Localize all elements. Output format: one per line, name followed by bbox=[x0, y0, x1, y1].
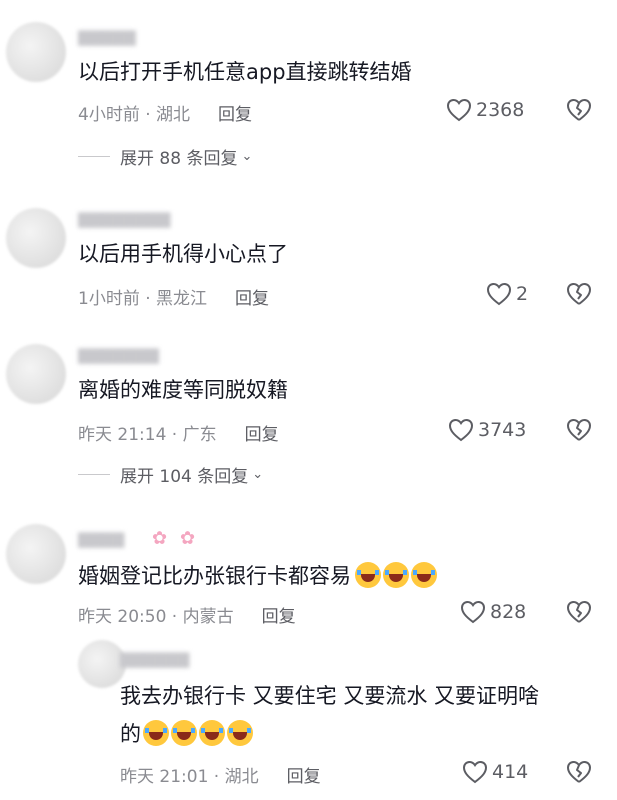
comment-time-location: 昨天 20:50 · 内蒙古 bbox=[78, 607, 234, 627]
comment-text: 我去办银行卡 又要住宅 又要流水 又要证明啥 bbox=[120, 680, 539, 713]
chevron-down-icon: ⌄ bbox=[252, 467, 264, 482]
expand-replies-label: 展开 88 条回复 bbox=[120, 149, 238, 169]
laughing-crying-emoji-icon bbox=[411, 562, 437, 588]
username-blurred[interactable]: ▇▇▇▇▇▇▇▇ bbox=[78, 210, 253, 228]
avatar[interactable] bbox=[6, 524, 66, 584]
reply-button[interactable]: 回复 bbox=[235, 284, 269, 309]
comment-text: 以后打开手机任意app直接跳转结婚 bbox=[78, 60, 412, 84]
comment-text-continued: 的 bbox=[120, 718, 253, 751]
heart-icon bbox=[462, 760, 488, 784]
dislike-button[interactable] bbox=[566, 600, 592, 624]
like-count: 2 bbox=[516, 283, 529, 305]
flower-icon: ✿ bbox=[152, 528, 168, 549]
comment-time-location: 昨天 21:01 · 湖北 bbox=[120, 767, 259, 787]
heart-icon bbox=[460, 600, 486, 624]
username-blurred[interactable]: ▇▇▇▇ bbox=[78, 530, 148, 548]
like-count: 414 bbox=[492, 761, 529, 783]
heart-icon bbox=[486, 282, 512, 306]
expand-replies-label: 展开 104 条回复 bbox=[120, 467, 249, 487]
comment-meta: 昨天 20:50 · 内蒙古 回复 bbox=[78, 602, 296, 627]
like-button[interactable]: 2 bbox=[486, 282, 528, 306]
username-blurred[interactable]: ▇▇▇▇▇ bbox=[78, 28, 188, 46]
comment-text: 离婚的难度等同脱奴籍 bbox=[78, 378, 288, 402]
reply-button[interactable]: 回复 bbox=[218, 100, 252, 125]
avatar[interactable] bbox=[6, 22, 66, 82]
broken-heart-icon bbox=[567, 283, 591, 305]
avatar[interactable] bbox=[78, 640, 126, 688]
chevron-down-icon: ⌄ bbox=[241, 149, 253, 164]
comment-time-location: 4小时前 · 湖北 bbox=[78, 105, 191, 125]
broken-heart-icon bbox=[567, 419, 591, 441]
divider-line bbox=[78, 156, 110, 157]
comment-text: 婚姻登记比办张银行卡都容易 bbox=[78, 560, 437, 593]
reply-button[interactable]: 回复 bbox=[245, 420, 279, 445]
like-count: 2368 bbox=[476, 99, 525, 121]
like-button[interactable]: 2368 bbox=[446, 98, 524, 122]
dislike-button[interactable] bbox=[566, 98, 592, 122]
laughing-crying-emoji-icon bbox=[143, 720, 169, 746]
avatar[interactable] bbox=[6, 208, 66, 268]
like-button[interactable]: 414 bbox=[462, 760, 528, 784]
like-count: 3743 bbox=[478, 419, 527, 441]
divider-line bbox=[78, 474, 110, 475]
dislike-button[interactable] bbox=[566, 282, 592, 306]
reply-button[interactable]: 回复 bbox=[262, 602, 296, 627]
broken-heart-icon bbox=[567, 601, 591, 623]
reply-button[interactable]: 回复 bbox=[287, 762, 321, 787]
dislike-button[interactable] bbox=[566, 418, 592, 442]
laughing-crying-emoji-icon bbox=[383, 562, 409, 588]
laughing-crying-emoji-icon bbox=[355, 562, 381, 588]
comment-time-location: 1小时前 · 黑龙江 bbox=[78, 289, 208, 309]
username-blurred[interactable]: ▇▇▇▇▇▇ bbox=[120, 650, 240, 668]
comment-text-line2: 的 bbox=[120, 722, 141, 746]
broken-heart-icon bbox=[567, 99, 591, 121]
comment-meta: 昨天 21:01 · 湖北 回复 bbox=[120, 762, 321, 787]
like-count: 828 bbox=[490, 601, 527, 623]
comment-time-location: 昨天 21:14 · 广东 bbox=[78, 425, 217, 445]
heart-icon bbox=[446, 98, 472, 122]
comment-meta: 昨天 21:14 · 广东 回复 bbox=[78, 420, 279, 445]
comment-meta: 1小时前 · 黑龙江 回复 bbox=[78, 284, 269, 309]
comment-text: 以后用手机得小心点了 bbox=[78, 242, 288, 266]
dislike-button[interactable] bbox=[566, 760, 592, 784]
comment-text-line1: 我去办银行卡 又要住宅 又要流水 又要证明啥 bbox=[120, 684, 540, 708]
like-button[interactable]: 828 bbox=[460, 600, 526, 624]
username-blurred[interactable]: ▇▇▇▇▇▇▇ bbox=[78, 346, 233, 364]
laughing-crying-emoji-icon bbox=[199, 720, 225, 746]
flower-icon: ✿ bbox=[180, 528, 196, 549]
comment-text-body: 婚姻登记比办张银行卡都容易 bbox=[78, 564, 351, 588]
expand-replies-button[interactable]: 展开 104 条回复 ⌄ bbox=[78, 462, 263, 487]
laughing-crying-emoji-icon bbox=[171, 720, 197, 746]
avatar[interactable] bbox=[6, 344, 66, 404]
expand-replies-button[interactable]: 展开 88 条回复 ⌄ bbox=[78, 144, 252, 169]
broken-heart-icon bbox=[567, 761, 591, 783]
laughing-crying-emoji-icon bbox=[227, 720, 253, 746]
comment-meta: 4小时前 · 湖北 回复 bbox=[78, 100, 252, 125]
heart-icon bbox=[448, 418, 474, 442]
like-button[interactable]: 3743 bbox=[448, 418, 526, 442]
